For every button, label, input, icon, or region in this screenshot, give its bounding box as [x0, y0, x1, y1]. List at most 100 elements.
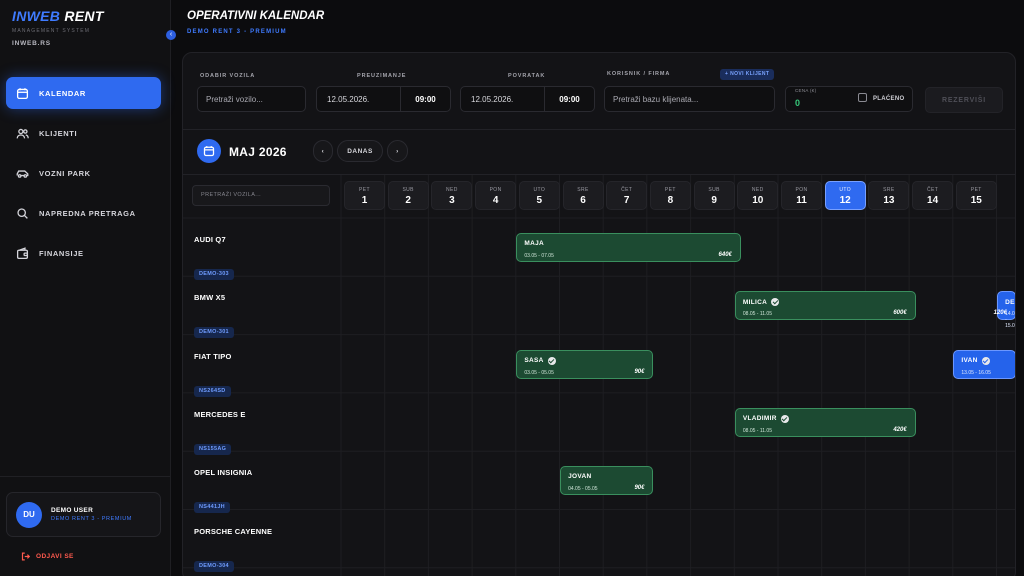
booking-dates: 03.05 - 05.05 [524, 369, 554, 376]
brand-logo[interactable]: INWEB RENT [12, 8, 104, 24]
day-cell-3[interactable]: NED 3 [431, 181, 473, 210]
booking-block[interactable]: IVAN 13.05 - 16.05 [953, 349, 1015, 379]
booking-price: 640€ [718, 252, 732, 258]
booking-block[interactable]: MAJA 03.05 - 07.05 640€ [516, 233, 741, 262]
day-cell-2[interactable]: SUB 2 [387, 181, 429, 210]
user-plan: DEMO RENT 3 - PREMIUM [51, 516, 132, 522]
return-datetime-field[interactable]: 12.05.2026. 09:00 [460, 86, 595, 112]
day-cell-10[interactable]: NED 10 [737, 181, 779, 210]
day-name: SRE [883, 187, 895, 193]
sidebar-item-napredna-pretraga[interactable]: NAPREDNA PRETRAGA [6, 197, 161, 229]
day-cell-15[interactable]: PET 15 [955, 181, 997, 210]
vehicle-plate-badge: DEMO-301 [194, 327, 234, 339]
booking-price: 600€ [893, 310, 907, 317]
calendar-icon [203, 146, 215, 157]
booking-client-text: DEJAN [1005, 298, 1015, 306]
pickup-date[interactable]: 12.05.2026. [327, 95, 369, 104]
vehicle-row[interactable]: AUDI Q7 DEMO-303 [194, 235, 234, 280]
vehicle-row[interactable]: BMW X5 DEMO-301 [194, 293, 234, 339]
day-number: 6 [580, 195, 586, 206]
client-search-input[interactable]: Pretraži bazu klijenata... [604, 86, 775, 112]
return-time[interactable]: 09:00 [544, 87, 594, 111]
next-month-button[interactable]: › [387, 140, 408, 162]
day-name: ČET [926, 187, 939, 193]
check-icon [981, 356, 990, 365]
sidebar-item-vozni-park[interactable]: VOZNI PARK [6, 157, 161, 189]
today-button[interactable]: DANAS [337, 140, 383, 162]
vehicle-row[interactable]: PORSCHE CAYENNE DEMO-304 [194, 527, 272, 572]
vehicle-plate-badge: NS155AG [194, 443, 232, 455]
day-cell-7[interactable]: ČET 7 [606, 181, 648, 210]
day-name: UTO [839, 187, 852, 193]
day-number: 11 [796, 195, 807, 206]
logout-button[interactable]: ODJAVI SE [21, 552, 74, 561]
collapse-sidebar-button[interactable]: ‹ [166, 30, 176, 40]
new-client-button[interactable]: + NOVI KLIJENT [720, 69, 775, 80]
day-cell-13[interactable]: SRE 13 [868, 181, 910, 210]
vehicle-name: OPEL INSIGNIA [194, 468, 253, 478]
sidebar-item-label: KALENDAR [39, 88, 86, 98]
booking-block[interactable]: SASA 03.05 - 05.05 90€ [516, 349, 654, 379]
day-number: 4 [492, 195, 499, 206]
calendar-icon [16, 87, 29, 99]
day-number: 14 [927, 195, 939, 206]
day-number: 3 [449, 195, 455, 206]
day-name: SUB [708, 187, 720, 193]
logout-icon [21, 552, 30, 561]
day-number: 8 [667, 195, 674, 206]
vehicle-row[interactable]: OPEL INSIGNIA NS441JH [194, 468, 253, 514]
day-cell-12[interactable]: UTO 12 [824, 181, 866, 210]
brand-tagline: MANAGEMENT SYSTEM [12, 28, 91, 34]
users-icon [16, 128, 29, 138]
day-cell-6[interactable]: SRE 6 [562, 181, 604, 210]
sidebar-item-label: NAPREDNA PRETRAGA [39, 208, 136, 218]
day-cell-8[interactable]: PET 8 [649, 181, 691, 210]
check-icon [547, 356, 556, 365]
page-title: OPERATIVNI KALENDAR [187, 10, 325, 22]
pickup-datetime-field[interactable]: 12.05.2026. 09:00 [316, 86, 451, 112]
day-cell-11[interactable]: PON 11 [781, 181, 822, 210]
day-name: PON [489, 187, 502, 193]
check-icon [780, 414, 789, 423]
day-cell-1[interactable]: PET 1 [344, 181, 385, 210]
sidebar-nav: KALENDAR KLIJENTI VOZNI PARK NAPREDNA PR… [6, 77, 161, 277]
user-name: DEMO USER [51, 507, 94, 514]
wallet-icon [16, 246, 29, 259]
day-number: 9 [711, 195, 717, 206]
booking-block[interactable]: VLADIMIR 08.05 - 11.05 420€ [734, 407, 916, 437]
price-input[interactable]: 0 [795, 98, 800, 108]
day-number: 5 [536, 195, 543, 206]
vehicle-row[interactable]: FIAT TIPO NS264SD [194, 352, 232, 397]
booking-dates: 03.05 - 07.05 [524, 253, 554, 259]
paid-checkbox[interactable] [858, 93, 867, 102]
vehicle-search-input[interactable]: Pretraži vozilo... [197, 86, 306, 112]
booking-block[interactable]: MILICA 08.05 - 11.05 600€ [734, 291, 916, 321]
day-name: SRE [577, 187, 589, 193]
pickup-time[interactable]: 09:00 [400, 87, 450, 111]
vehicle-row[interactable]: MERCEDES E NS155AG [194, 410, 246, 455]
prev-month-button[interactable]: ‹ [313, 140, 333, 162]
brand-name-part-a: INWEB [12, 8, 61, 24]
day-cell-4[interactable]: PON 4 [475, 181, 517, 210]
reserve-button[interactable]: REZERVIŠI [925, 87, 1003, 113]
return-date[interactable]: 12.05.2026. [471, 95, 513, 104]
booking-dates: 08.05 - 11.05 [742, 427, 772, 434]
user-card[interactable]: DU DEMO USER DEMO RENT 3 - PREMIUM [6, 492, 161, 537]
day-name: UTO [533, 187, 546, 193]
sidebar-item-finansije[interactable]: FINANSIJE [6, 237, 161, 269]
vehicle-name: AUDI Q7 [194, 235, 226, 244]
booking-client-text: SASA [524, 357, 544, 365]
booking-price: 90€ [634, 485, 645, 492]
vehicle-filter-input[interactable]: PRETRAŽI VOZILA... [192, 185, 330, 206]
sidebar-item-klijenti[interactable]: KLIJENTI [6, 117, 161, 149]
sidebar-divider [0, 476, 170, 477]
day-number: 12 [839, 195, 851, 206]
day-cell-14[interactable]: ČET 14 [912, 181, 954, 210]
sidebar-item-kalendar[interactable]: KALENDAR [6, 77, 161, 109]
price-label: CENA (€) [795, 88, 817, 93]
avatar: DU [16, 501, 42, 528]
day-cell-9[interactable]: SUB 9 [693, 181, 735, 210]
day-cell-5[interactable]: UTO 5 [518, 181, 560, 210]
booking-block[interactable]: DEJAN14.05 - 15.05120€ [994, 291, 1015, 329]
booking-block[interactable]: JOVAN 04.05 - 05.05 90€ [560, 466, 654, 496]
